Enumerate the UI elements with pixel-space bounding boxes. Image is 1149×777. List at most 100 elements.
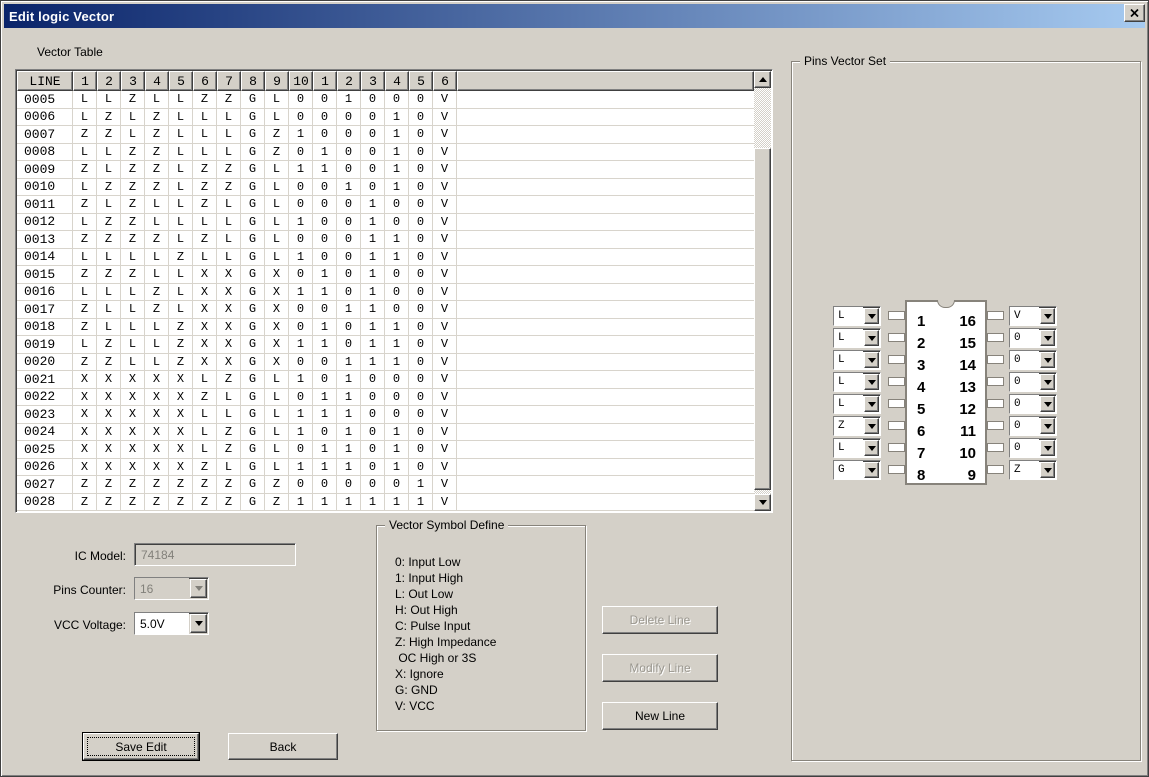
pin-combo-dropdown-button[interactable] — [1040, 462, 1055, 478]
row-filler — [457, 214, 754, 231]
pin-combo[interactable]: 0 — [1009, 328, 1057, 348]
pin-combo-dropdown-button[interactable] — [1040, 352, 1055, 368]
pin-combo-value: 0 — [1010, 329, 1039, 347]
table-row[interactable]: 0011ZLZLLZLGL000100V — [17, 196, 754, 214]
table-row[interactable]: 0018ZLLLZXXGX010110V — [17, 319, 754, 337]
pin-combo[interactable]: Z — [833, 416, 881, 436]
value-cell: V — [433, 284, 457, 301]
column-header: 5 — [169, 71, 193, 91]
pin-combo[interactable]: L — [833, 394, 881, 414]
line-cell: 0022 — [17, 389, 73, 406]
vcc-voltage-select[interactable]: 5.0V — [134, 612, 209, 635]
value-cell: G — [241, 214, 265, 231]
vertical-scrollbar[interactable] — [754, 71, 771, 511]
pin-combo-dropdown-button[interactable] — [1040, 330, 1055, 346]
pin-combo-dropdown-button[interactable] — [1040, 418, 1055, 434]
pin-combo-dropdown-button[interactable] — [1040, 374, 1055, 390]
value-cell: 0 — [409, 109, 433, 126]
table-row[interactable]: 0017ZLLZLXXGX001100V — [17, 301, 754, 319]
table-row[interactable]: 0013ZZZZLZLGL000110V — [17, 231, 754, 249]
pin-combo[interactable]: 0 — [1009, 394, 1057, 414]
pin-combo[interactable]: 0 — [1009, 350, 1057, 370]
pin-combo[interactable]: V — [1009, 306, 1057, 326]
value-cell: 0 — [313, 249, 337, 266]
pin-combo-dropdown-button[interactable] — [864, 352, 879, 368]
pin-combo[interactable]: L — [833, 438, 881, 458]
pin-combo[interactable]: L — [833, 328, 881, 348]
table-row[interactable]: 0020ZZLLZXXGX001110V — [17, 354, 754, 372]
pin-combo-dropdown-button[interactable] — [1040, 440, 1055, 456]
pin-combo[interactable]: 0 — [1009, 438, 1057, 458]
table-row[interactable]: 0023XXXXXLLGL111000V — [17, 406, 754, 424]
pin-combo-dropdown-button[interactable] — [1040, 396, 1055, 412]
value-cell: V — [433, 196, 457, 213]
table-row[interactable]: 0012LZZLLLLGL100100V — [17, 214, 754, 232]
pin-combo-dropdown-button[interactable] — [864, 440, 879, 456]
table-row[interactable]: 0019LZLLZXXGX110110V — [17, 336, 754, 354]
pin-combo[interactable]: 0 — [1009, 372, 1057, 392]
table-row[interactable]: 0005LLZLLZZGL001000V — [17, 91, 754, 109]
pin-combo-dropdown-button[interactable] — [864, 330, 879, 346]
scrollbar-thumb[interactable] — [754, 148, 771, 490]
vcc-voltage-dropdown-button[interactable] — [190, 614, 207, 633]
value-cell: L — [265, 249, 289, 266]
table-row[interactable]: 0026XXXXXZLGL111010V — [17, 459, 754, 477]
pin-combo[interactable]: L — [833, 306, 881, 326]
pin-combo-dropdown-button[interactable] — [864, 308, 879, 324]
save-edit-button[interactable]: Save Edit — [83, 733, 199, 760]
table-row[interactable]: 0024XXXXXLZGL101010V — [17, 424, 754, 442]
value-cell: Z — [193, 494, 217, 511]
pin-combo[interactable]: Z — [1009, 460, 1057, 480]
value-cell: L — [169, 91, 193, 108]
symbol-define-line: Z: High Impedance — [395, 634, 496, 650]
value-cell: X — [193, 301, 217, 318]
value-cell: X — [217, 319, 241, 336]
pin-combo-dropdown-button[interactable] — [864, 462, 879, 478]
value-cell: Z — [73, 354, 97, 371]
value-cell: L — [121, 336, 145, 353]
table-row[interactable]: 0027ZZZZZZZGZ000001V — [17, 476, 754, 494]
value-cell: Z — [145, 476, 169, 493]
value-cell: 1 — [409, 494, 433, 511]
value-cell: L — [73, 91, 97, 108]
close-button[interactable] — [1124, 4, 1145, 22]
pin-number: 1 — [917, 311, 925, 333]
pin-combo[interactable]: 0 — [1009, 416, 1057, 436]
table-row[interactable]: 0008LLZZLLLGZ010010V — [17, 144, 754, 162]
table-row[interactable]: 0009ZLZZLZZGL110010V — [17, 161, 754, 179]
pin-combo[interactable]: L — [833, 350, 881, 370]
table-row[interactable]: 0006LZLZLLLGL000010V — [17, 109, 754, 127]
value-cell: 1 — [337, 406, 361, 423]
pins-vector-set: Pins Vector Set 12345678161514131211109 … — [791, 61, 1141, 761]
pin-combo[interactable]: L — [833, 372, 881, 392]
table-row[interactable]: 0025XXXXXLZGL011010V — [17, 441, 754, 459]
table-row[interactable]: 0016LLLZLXXGX110100V — [17, 284, 754, 302]
table-row[interactable]: 0022XXXXXZLGL011000V — [17, 389, 754, 407]
value-cell: X — [73, 371, 97, 388]
value-cell: L — [193, 249, 217, 266]
value-cell: V — [433, 371, 457, 388]
pin-combo-dropdown-button[interactable] — [864, 418, 879, 434]
pin-combo[interactable]: G — [833, 460, 881, 480]
value-cell: L — [73, 336, 97, 353]
pin-combo-dropdown-button[interactable] — [1040, 308, 1055, 324]
value-cell: Z — [169, 319, 193, 336]
column-header: LINE — [17, 71, 73, 91]
new-line-button[interactable]: New Line — [602, 702, 718, 730]
scroll-up-button[interactable] — [754, 71, 771, 88]
value-cell: 1 — [337, 301, 361, 318]
scroll-down-button[interactable] — [754, 494, 771, 511]
pin-combo-value: L — [834, 307, 863, 325]
pin-combo-dropdown-button[interactable] — [864, 396, 879, 412]
value-cell: L — [169, 126, 193, 143]
table-row[interactable]: 0015ZZZLLXXGX010100V — [17, 266, 754, 284]
value-cell: 0 — [289, 266, 313, 283]
table-row[interactable]: 0028ZZZZZZZGZ111111V — [17, 494, 754, 512]
back-button[interactable]: Back — [228, 733, 338, 760]
table-row[interactable]: 0010LZZZLZZGL001010V — [17, 179, 754, 197]
table-row[interactable]: 0007ZZLZLLLGZ100010V — [17, 126, 754, 144]
pin-combo-dropdown-button[interactable] — [864, 374, 879, 390]
table-row[interactable]: 0014LLLLZLLGL100110V — [17, 249, 754, 267]
value-cell: G — [241, 354, 265, 371]
table-row[interactable]: 0021XXXXXLZGL101000V — [17, 371, 754, 389]
